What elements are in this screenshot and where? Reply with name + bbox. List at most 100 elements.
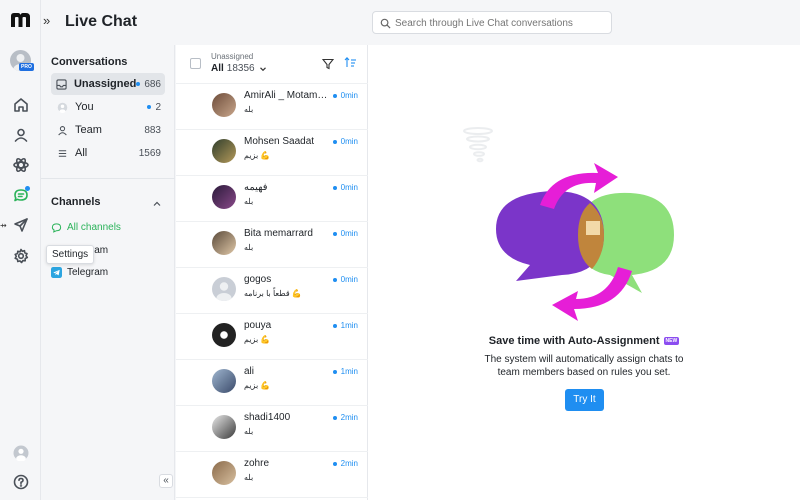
agent-status-avatar[interactable]: [10, 442, 31, 463]
icon-rail: PRO ⇸: [0, 0, 41, 500]
chat-message: بزیم 💪: [244, 151, 271, 160]
sort-icon[interactable]: [344, 56, 357, 69]
chat-row[interactable]: Bita memarrard بله 0min: [176, 222, 368, 268]
unread-dot: [147, 105, 152, 109]
chat-row[interactable]: Mohsen Saadat بزیم 💪 0min: [176, 130, 368, 176]
filter-count: 686: [144, 78, 161, 90]
chat-row[interactable]: فهیمه بله 0min: [176, 176, 368, 222]
chat-name: zohre: [244, 458, 270, 469]
filter-label: You: [75, 101, 94, 113]
conversations-panel: Conversations Unassigned 686 You 2 Team …: [41, 45, 175, 500]
chat-time: 1min: [340, 321, 358, 330]
select-all-checkbox[interactable]: [190, 58, 201, 69]
help-icon[interactable]: [10, 471, 31, 492]
live-chat-icon[interactable]: [10, 184, 31, 205]
search-box[interactable]: [372, 11, 612, 34]
filter-team[interactable]: Team 883: [51, 119, 165, 141]
promo-title: Save time with Auto-Assignment: [488, 335, 660, 347]
chat-time: 0min: [340, 229, 358, 238]
brand-logo[interactable]: [10, 11, 31, 29]
chat-time: 2min: [340, 413, 358, 422]
chat-bubble-icon: [51, 222, 62, 233]
collapse-panel-button[interactable]: «: [159, 474, 173, 488]
filter-you[interactable]: You 2: [51, 96, 165, 118]
empty-state-panel: Save time with Auto-Assignment NEW The s…: [368, 45, 800, 500]
search-icon: [380, 18, 391, 29]
unread-dot: [332, 231, 337, 236]
chat-name: فهیمه: [244, 182, 268, 193]
auto-assignment-illustration: [496, 163, 674, 321]
list-icon: [55, 148, 69, 159]
overlap-square: [586, 221, 600, 235]
unread-dot: [332, 461, 337, 466]
notification-dot: [25, 186, 30, 191]
team-icon: [55, 125, 69, 136]
integrations-icon[interactable]: [10, 154, 31, 175]
avatar: [212, 415, 236, 439]
chat-name: gogos: [244, 274, 272, 285]
list-filter-label: All: [211, 63, 224, 74]
user-circle-icon: [55, 102, 69, 113]
list-subtitle: Unassigned: [211, 52, 254, 61]
try-it-button[interactable]: Try It: [565, 389, 604, 411]
promo-text-line-1: The system will automatically assign cha…: [484, 354, 684, 365]
chat-time: 0min: [340, 137, 358, 146]
unread-dot: [332, 369, 337, 374]
chat-message: بله: [244, 105, 254, 114]
unread-dot: [332, 415, 337, 420]
channel-all[interactable]: All channels: [51, 220, 121, 234]
collapse-channels-icon[interactable]: [152, 196, 162, 206]
avatar: [212, 231, 236, 255]
avatar: [212, 461, 236, 485]
list-filter-dropdown[interactable]: All 18356: [211, 63, 267, 74]
telegram-icon: [51, 266, 62, 278]
filter-icon[interactable]: [321, 57, 335, 70]
unread-dot: [136, 82, 141, 86]
avatar: [212, 277, 236, 301]
settings-icon[interactable]: [10, 245, 31, 266]
unread-dot: [332, 185, 337, 190]
chat-name: AmirAli _ Motam…: [244, 90, 328, 101]
chat-message: بله: [244, 427, 254, 436]
filter-unassigned[interactable]: Unassigned 686: [51, 73, 165, 95]
unread-dot: [332, 323, 337, 328]
chat-row[interactable]: AmirAli _ Motam… بله 0min: [176, 84, 368, 130]
avatar: [212, 323, 236, 347]
inbox-icon: [55, 78, 68, 90]
divider: [41, 178, 175, 179]
filter-label: Team: [75, 124, 102, 136]
settings-tooltip: Settings: [46, 245, 95, 264]
channel-telegram-2[interactable]: Telegram: [51, 265, 108, 279]
top-header: » Live Chat: [41, 0, 800, 45]
chat-time: 2min: [340, 459, 358, 468]
chat-message: قطعاً با برنامه 💪: [244, 289, 302, 298]
chat-row[interactable]: pouya بزیم 💪 1min: [176, 314, 368, 360]
channel-label: Telegram: [67, 266, 109, 278]
unread-dot: [332, 93, 337, 98]
promo-text-line-2: team members based on rules you set.: [497, 367, 671, 378]
chat-time: 1min: [340, 367, 358, 376]
unread-dot: [332, 277, 337, 282]
magenta-arrow-bottom: [552, 267, 632, 321]
avatar: [212, 93, 236, 117]
chat-row[interactable]: ali بزیم 💪 1min: [176, 360, 368, 406]
chat-name: Bita memarrard: [244, 228, 313, 239]
home-icon[interactable]: [10, 94, 31, 115]
expand-sidebar-icon[interactable]: »: [43, 14, 57, 28]
channel-all-label: All channels: [67, 221, 121, 233]
search-input[interactable]: [395, 16, 605, 30]
chat-row[interactable]: shadi1400 بله 2min: [176, 406, 368, 452]
filter-all[interactable]: All 1569: [51, 142, 165, 164]
avatar: [212, 185, 236, 209]
chat-row[interactable]: zohre بله 2min: [176, 452, 368, 498]
chat-message: بله: [244, 473, 254, 482]
promo-title-row: Save time with Auto-Assignment NEW: [368, 335, 800, 347]
pro-badge: PRO: [19, 63, 34, 71]
filter-count: 883: [144, 124, 161, 136]
chat-message: بزیم 💪: [244, 335, 271, 344]
chevron-down-icon: [259, 66, 266, 71]
contacts-icon[interactable]: [10, 124, 31, 145]
chat-row[interactable]: gogos قطعاً با برنامه 💪 0min: [176, 268, 368, 314]
avatar: [212, 139, 236, 163]
broadcast-icon[interactable]: [10, 214, 31, 235]
